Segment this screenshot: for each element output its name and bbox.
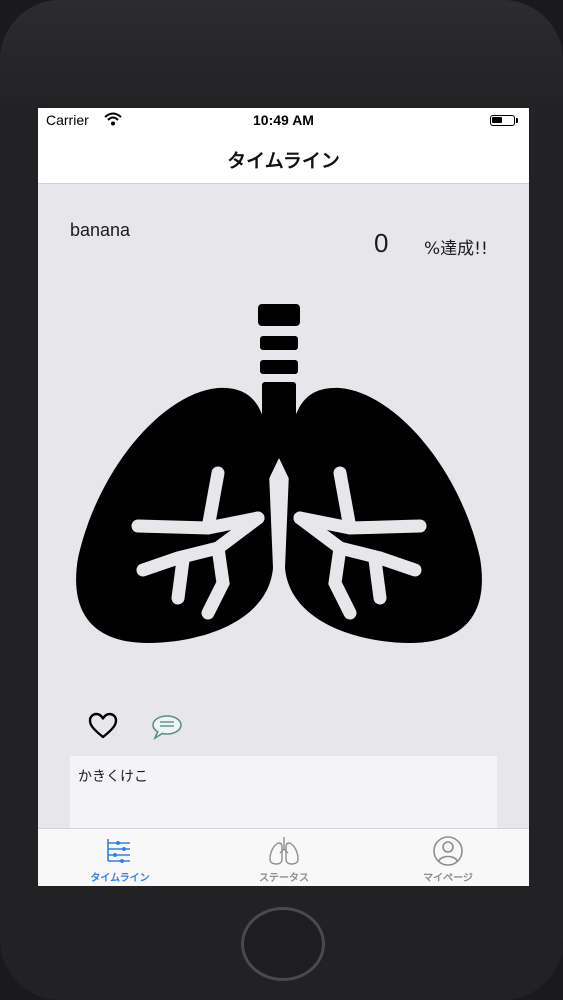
- battery-tip: [516, 118, 518, 123]
- progress-value: 0: [374, 228, 389, 258]
- tab-mypage[interactable]: マイページ: [366, 829, 529, 886]
- lungs-outline-icon: [269, 837, 299, 865]
- tab-bar: タイムライン ステータス マイページ: [38, 828, 529, 886]
- heart-icon[interactable]: [88, 712, 118, 740]
- status-bar: Carrier 10:49 AM: [38, 108, 529, 134]
- page-title: タイムライン: [227, 150, 340, 172]
- comment-text: かきくけこ: [78, 769, 148, 785]
- timeline-icon: [107, 839, 130, 863]
- battery-icon: [490, 115, 515, 126]
- phone-bezel-top: [0, 0, 563, 110]
- chat-bubble-icon[interactable]: [150, 713, 184, 741]
- clock: 10:49 AM: [253, 112, 314, 128]
- tab-status[interactable]: ステータス: [202, 829, 366, 886]
- tab-label-mypage: マイページ: [423, 873, 473, 884]
- home-button[interactable]: [241, 907, 325, 981]
- tab-timeline[interactable]: タイムライン: [38, 829, 202, 886]
- tab-label-timeline: タイムライン: [90, 873, 150, 884]
- navigation-bar: タイムライン: [38, 134, 529, 184]
- device-screen: Carrier 10:49 AM タイムライン banana 0 %達成!! か…: [38, 108, 529, 886]
- person-circle-icon: [433, 836, 463, 866]
- progress-suffix: %達成!!: [424, 239, 488, 259]
- lungs-icon: [76, 304, 482, 643]
- post-username: banana: [70, 220, 131, 240]
- tab-label-status: ステータス: [259, 873, 309, 884]
